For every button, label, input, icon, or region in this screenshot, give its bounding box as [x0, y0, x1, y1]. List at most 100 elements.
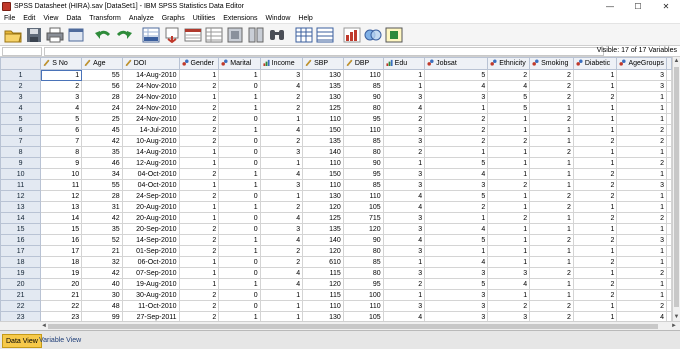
- scroll-down-arrow-icon[interactable]: ▼: [673, 313, 680, 321]
- cell-ethnicity[interactable]: 2: [487, 300, 531, 312]
- cell-smoking[interactable]: 1: [529, 102, 574, 114]
- cell-doi[interactable]: 24-Nov-2010: [121, 113, 180, 125]
- find-icon[interactable]: [268, 26, 286, 44]
- cell-smoking[interactable]: 2: [529, 91, 574, 103]
- cell-overflow[interactable]: [666, 289, 672, 301]
- column-header-edu[interactable]: Edu: [382, 57, 426, 70]
- horizontal-scrollbar[interactable]: ◄ ►: [0, 321, 680, 330]
- cell-overflow[interactable]: [666, 256, 672, 268]
- cell-age[interactable]: 35: [81, 146, 123, 158]
- cell-smoking[interactable]: 2: [529, 190, 574, 202]
- cell-edu[interactable]: 1: [382, 80, 426, 92]
- cell-jobsat[interactable]: 1: [424, 102, 489, 114]
- cell-agegroups[interactable]: 1: [616, 245, 667, 257]
- cell-edu[interactable]: 3: [382, 168, 426, 180]
- row-header[interactable]: 23: [0, 311, 42, 321]
- cell-marital[interactable]: 0: [218, 223, 261, 235]
- cell-jobsat[interactable]: 1: [424, 146, 489, 158]
- cell-gender[interactable]: 1: [178, 201, 220, 213]
- cell-ethnicity[interactable]: 5: [487, 91, 531, 103]
- row-header[interactable]: 11: [0, 179, 42, 191]
- cell-income[interactable]: 4: [259, 234, 304, 246]
- cell-ethnicity[interactable]: 1: [487, 289, 531, 301]
- cell-sbp[interactable]: 130: [302, 311, 344, 321]
- cell-income[interactable]: 1: [259, 311, 304, 321]
- row-header[interactable]: 8: [0, 146, 42, 158]
- cell-jobsat[interactable]: 3: [424, 179, 489, 191]
- cell-gender[interactable]: 2: [178, 311, 220, 321]
- cell-edu[interactable]: 1: [382, 157, 426, 169]
- cell-dbp[interactable]: 105: [342, 311, 384, 321]
- use-sets-icon[interactable]: [364, 26, 382, 44]
- cell-doi[interactable]: 14-Aug-2010: [121, 69, 180, 81]
- cell-sbp[interactable]: 610: [302, 256, 344, 268]
- row-header[interactable]: 5: [0, 113, 42, 125]
- cell-diabetic[interactable]: 1: [572, 102, 618, 114]
- goto-case-icon[interactable]: [142, 26, 160, 44]
- cell-agegroups[interactable]: 2: [616, 157, 667, 169]
- cell-age[interactable]: 28: [81, 190, 123, 202]
- column-header-agegroups[interactable]: AgeGroups: [616, 57, 667, 70]
- cell-sbp[interactable]: 110: [302, 113, 344, 125]
- cell-ethnicity[interactable]: 1: [487, 234, 531, 246]
- cell-ethnicity[interactable]: 2: [487, 179, 531, 191]
- cell-sbp[interactable]: 140: [302, 146, 344, 158]
- cell-overflow[interactable]: [666, 234, 672, 246]
- row-header[interactable]: 21: [0, 289, 42, 301]
- column-header-sbp[interactable]: SBP: [302, 57, 344, 70]
- cell-dbp[interactable]: 100: [342, 289, 384, 301]
- cell-sbp[interactable]: 135: [302, 80, 344, 92]
- cell-diabetic[interactable]: 1: [572, 300, 618, 312]
- cell-doi[interactable]: 20-Aug-2010: [121, 201, 180, 213]
- cell-age[interactable]: 42: [81, 135, 123, 147]
- cell-age[interactable]: 42: [81, 267, 123, 279]
- cell-age[interactable]: 21: [81, 245, 123, 257]
- cell-ethnicity[interactable]: 1: [487, 223, 531, 235]
- cell-overflow[interactable]: [666, 201, 672, 213]
- close-button[interactable]: ✕: [652, 0, 680, 13]
- cell-overflow[interactable]: [666, 179, 672, 191]
- menu-extensions[interactable]: Extensions: [219, 15, 261, 22]
- row-header[interactable]: 17: [0, 245, 42, 257]
- cell-marital[interactable]: 0: [218, 190, 261, 202]
- cell-overflow[interactable]: [666, 245, 672, 257]
- cell-agegroups[interactable]: 1: [616, 190, 667, 202]
- cell-agegroups[interactable]: 2: [616, 212, 667, 224]
- cell-gender[interactable]: 2: [178, 234, 220, 246]
- open-folder-icon[interactable]: [4, 26, 22, 44]
- cell-income[interactable]: 3: [259, 179, 304, 191]
- cell-ethnicity[interactable]: 4: [487, 278, 531, 290]
- cell-edu[interactable]: 1: [382, 69, 426, 81]
- cell-dbp[interactable]: 85: [342, 135, 384, 147]
- show-all-icon[interactable]: [385, 26, 403, 44]
- cell-income[interactable]: 4: [259, 267, 304, 279]
- cell-s-no[interactable]: 12: [40, 190, 83, 202]
- cell-age[interactable]: 42: [81, 212, 123, 224]
- cell-s-no[interactable]: 20: [40, 278, 83, 290]
- cell-value-field[interactable]: [44, 47, 604, 56]
- cell-dbp[interactable]: 95: [342, 168, 384, 180]
- cell-gender[interactable]: 2: [178, 245, 220, 257]
- cell-dbp[interactable]: 110: [342, 300, 384, 312]
- cell-age[interactable]: 34: [81, 168, 123, 180]
- cell-agegroups[interactable]: 1: [616, 289, 667, 301]
- menu-view[interactable]: View: [39, 15, 62, 22]
- cell-income[interactable]: 3: [259, 69, 304, 81]
- cell-sbp[interactable]: 135: [302, 135, 344, 147]
- cell-agegroups[interactable]: 1: [616, 223, 667, 235]
- cell-ethnicity[interactable]: 1: [487, 190, 531, 202]
- cell-diabetic[interactable]: 2: [572, 91, 618, 103]
- cell-sbp[interactable]: 110: [302, 179, 344, 191]
- cell-s-no[interactable]: 5: [40, 113, 83, 125]
- cell-gender[interactable]: 1: [178, 179, 220, 191]
- menu-analyze[interactable]: Analyze: [125, 15, 158, 22]
- cell-dbp[interactable]: 80: [342, 146, 384, 158]
- cell-ethnicity[interactable]: 3: [487, 267, 531, 279]
- cell-dbp[interactable]: 715: [342, 212, 384, 224]
- cell-smoking[interactable]: 1: [529, 168, 574, 180]
- cell-income[interactable]: 3: [259, 223, 304, 235]
- cell-overflow[interactable]: [666, 190, 672, 202]
- cell-overflow[interactable]: [666, 223, 672, 235]
- row-header[interactable]: 16: [0, 234, 42, 246]
- cell-marital[interactable]: 0: [218, 212, 261, 224]
